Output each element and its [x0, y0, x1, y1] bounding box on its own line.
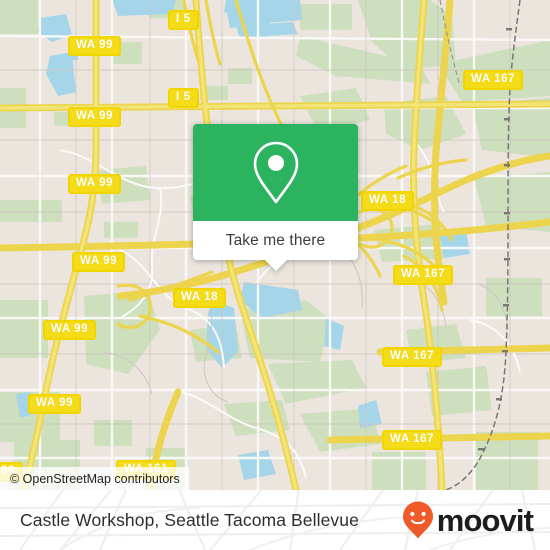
- map-attribution[interactable]: © OpenStreetMap contributors: [0, 467, 189, 490]
- place-title: Castle Workshop, Seattle Tacoma Bellevue: [20, 490, 359, 550]
- map-pin-icon: [253, 141, 298, 203]
- shield-wa167-mid: WA 167: [393, 265, 454, 285]
- shield-wa99-third: WA 99: [68, 174, 122, 194]
- page-footer: Castle Workshop, Seattle Tacoma Bellevue…: [0, 490, 550, 550]
- shield-wa99-top: WA 99: [68, 36, 122, 56]
- popup-pointer: [264, 260, 287, 271]
- shield-wa167-lower: WA 167: [382, 347, 443, 367]
- map-page: I 5 WA 99 I 5 WA 99 WA 167 WA 99 WA 18 WA 99 WA …: [0, 0, 550, 550]
- place-title-text: Castle Workshop, Seattle Tacoma Bellevue: [20, 509, 359, 530]
- shield-i5-north: I 5: [168, 10, 199, 30]
- shield-wa99-sixth: WA 99: [28, 394, 82, 414]
- moovit-brand[interactable]: moovit: [401, 490, 534, 550]
- shield-wa18-west: WA 18: [173, 288, 227, 308]
- attribution-text: © OpenStreetMap contributors: [10, 471, 180, 486]
- take-me-there-label: Take me there: [225, 231, 326, 249]
- popup-header: [193, 124, 358, 221]
- shield-wa99-fifth: WA 99: [43, 320, 97, 340]
- take-me-there-button[interactable]: Take me there: [193, 221, 358, 260]
- shield-wa167-top: WA 167: [463, 70, 524, 90]
- moovit-wordmark: moovit: [436, 502, 534, 538]
- destination-popup[interactable]: Take me there: [193, 124, 358, 271]
- map-canvas[interactable]: I 5 WA 99 I 5 WA 99 WA 167 WA 99 WA 18 WA 99 WA …: [0, 0, 550, 490]
- shield-wa167-bottom: WA 167: [382, 430, 443, 450]
- shield-wa99-second: WA 99: [68, 107, 122, 127]
- shield-i5-south: I 5: [168, 88, 199, 108]
- shield-wa18-east: WA 18: [361, 191, 415, 211]
- shield-wa99-fourth: WA 99: [72, 252, 126, 272]
- moovit-smiley-pin-icon: [402, 501, 433, 539]
